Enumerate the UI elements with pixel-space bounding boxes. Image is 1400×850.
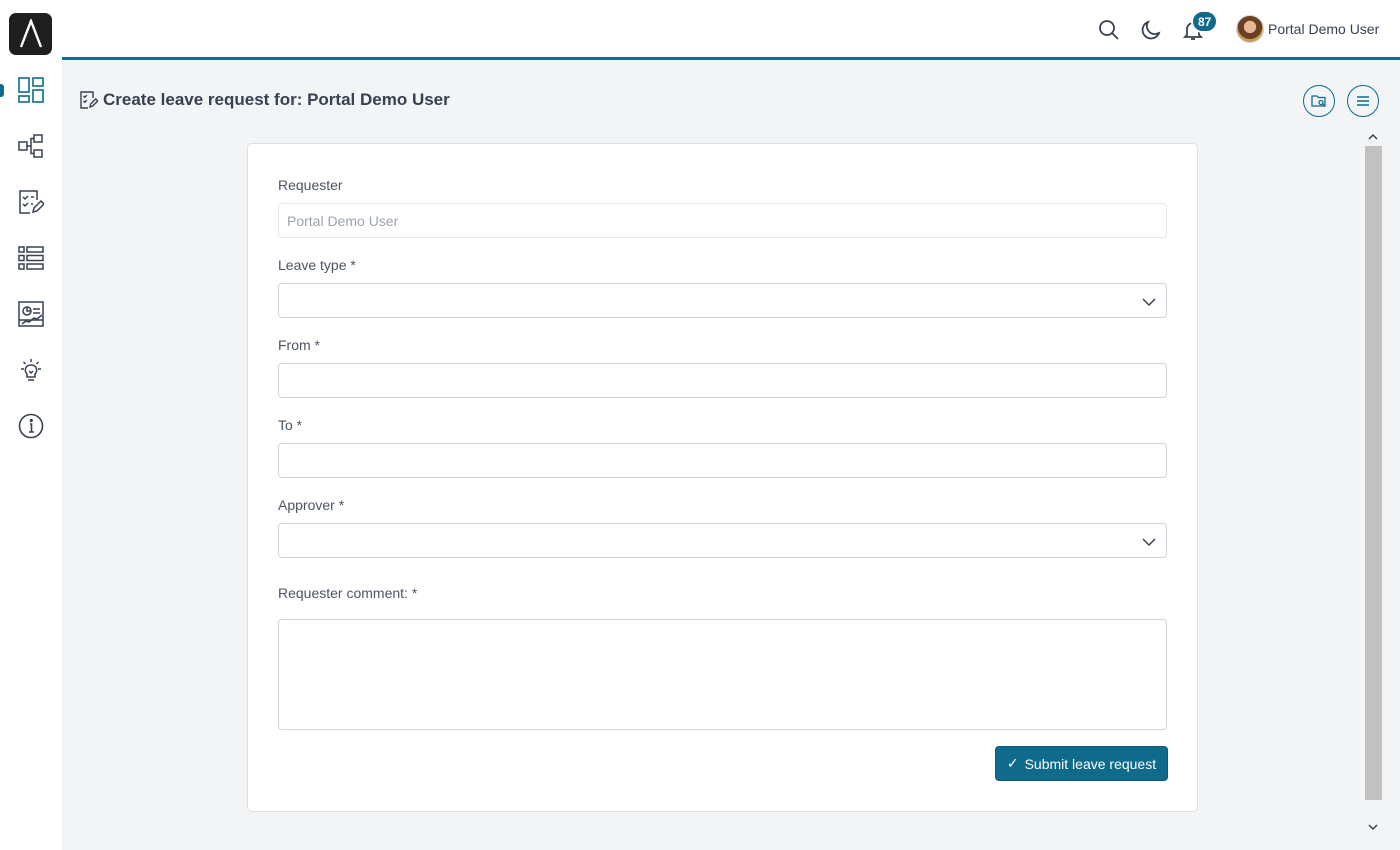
- edit-document-icon: [80, 91, 98, 109]
- page-heading: Create leave request for: Portal Demo Us…: [80, 90, 450, 110]
- leave-type-label: Leave type *: [278, 257, 356, 273]
- leave-request-form: Requester Portal Demo User Leave type * …: [247, 143, 1198, 812]
- moon-icon[interactable]: [1140, 19, 1162, 41]
- to-date-input[interactable]: [278, 443, 1167, 478]
- sidebar-item-ideas[interactable]: [0, 348, 62, 392]
- to-label: To *: [278, 417, 303, 433]
- sidebar-item-dashboard[interactable]: [0, 68, 62, 112]
- submit-label: Submit leave request: [1024, 755, 1157, 772]
- sidebar-item-statistics[interactable]: [0, 292, 62, 336]
- approver-select[interactable]: [278, 523, 1167, 558]
- folder-search-icon: [1311, 95, 1326, 107]
- avatar[interactable]: [1236, 15, 1264, 43]
- from-date-input[interactable]: [278, 363, 1167, 398]
- user-name[interactable]: Portal Demo User: [1268, 21, 1379, 37]
- sidebar-item-about[interactable]: [0, 404, 62, 448]
- sidebar-item-tasks[interactable]: [0, 180, 62, 224]
- sidebar: [0, 0, 62, 850]
- scroll-down-icon[interactable]: [1367, 821, 1379, 833]
- scrollbar-thumb[interactable]: [1365, 146, 1382, 800]
- submit-leave-request-button[interactable]: ✓ Submit leave request: [995, 746, 1168, 781]
- lightbulb-icon: [21, 359, 41, 381]
- list-icon: [18, 246, 44, 270]
- sidebar-item-cases[interactable]: [0, 236, 62, 280]
- page-title: Create leave request for: Portal Demo Us…: [103, 90, 450, 109]
- leave-type-select[interactable]: [278, 283, 1167, 318]
- menu-icon: [1357, 96, 1369, 106]
- requester-value: Portal Demo User: [287, 212, 399, 229]
- requester-field: Portal Demo User: [278, 203, 1167, 238]
- approver-label: Approver *: [278, 497, 345, 513]
- requester-label: Requester: [278, 177, 343, 193]
- from-label: From *: [278, 337, 320, 353]
- dashboard-icon: [18, 77, 44, 103]
- chart-icon: [18, 301, 44, 327]
- scroll-up-icon[interactable]: [1367, 131, 1379, 143]
- case-details-button[interactable]: [1303, 85, 1335, 117]
- chevron-down-icon: [1142, 538, 1156, 547]
- portal-logo-icon[interactable]: [9, 13, 52, 55]
- info-icon: [18, 413, 44, 439]
- requester-comment-textarea[interactable]: [278, 619, 1167, 730]
- top-header: 87 Portal Demo User: [62, 0, 1400, 60]
- search-icon[interactable]: [1098, 19, 1120, 41]
- process-flow-icon: [18, 134, 43, 158]
- chevron-down-icon: [1142, 298, 1156, 307]
- menu-button[interactable]: [1347, 85, 1379, 117]
- check-icon: ✓: [1006, 755, 1019, 771]
- notification-count-badge[interactable]: 87: [1191, 10, 1219, 33]
- task-checklist-icon: [19, 190, 44, 214]
- comment-label: Requester comment: *: [278, 585, 418, 601]
- sidebar-item-processes[interactable]: [0, 124, 62, 168]
